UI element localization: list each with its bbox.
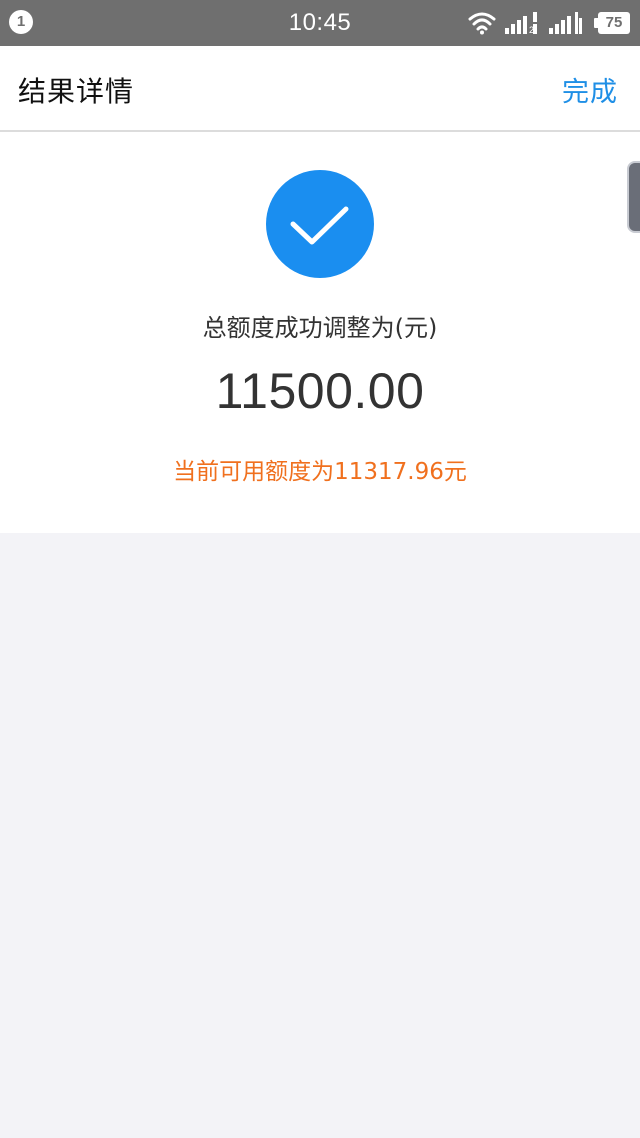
phone-screen: 1 10:45 2 75 结果详情 完成 总额度成功调整为(元) 11500.0… — [0, 0, 640, 1138]
result-label: 总额度成功调整为(元) — [202, 314, 438, 342]
result-card: 总额度成功调整为(元) 11500.00 当前可用额度为11317.96元 — [0, 132, 640, 533]
battery-level: 75 — [598, 12, 630, 34]
status-time: 10:45 — [288, 9, 352, 36]
check-icon — [266, 170, 374, 278]
battery-icon: 75 — [594, 12, 630, 34]
floating-side-handle[interactable] — [627, 161, 640, 233]
signal-icon: 2 — [505, 12, 537, 34]
nav-bar: 结果详情 完成 — [0, 46, 640, 132]
credit-limit-amount: 11500.00 — [215, 363, 425, 419]
available-credit-note: 当前可用额度为11317.96元 — [173, 459, 467, 485]
status-bar: 1 10:45 2 75 — [0, 0, 640, 46]
wifi-icon — [468, 12, 496, 35]
signal-icon — [549, 12, 582, 34]
page-title: 结果详情 — [18, 75, 135, 108]
done-button[interactable]: 完成 — [562, 70, 618, 109]
sim2-label: 2 — [529, 25, 534, 34]
